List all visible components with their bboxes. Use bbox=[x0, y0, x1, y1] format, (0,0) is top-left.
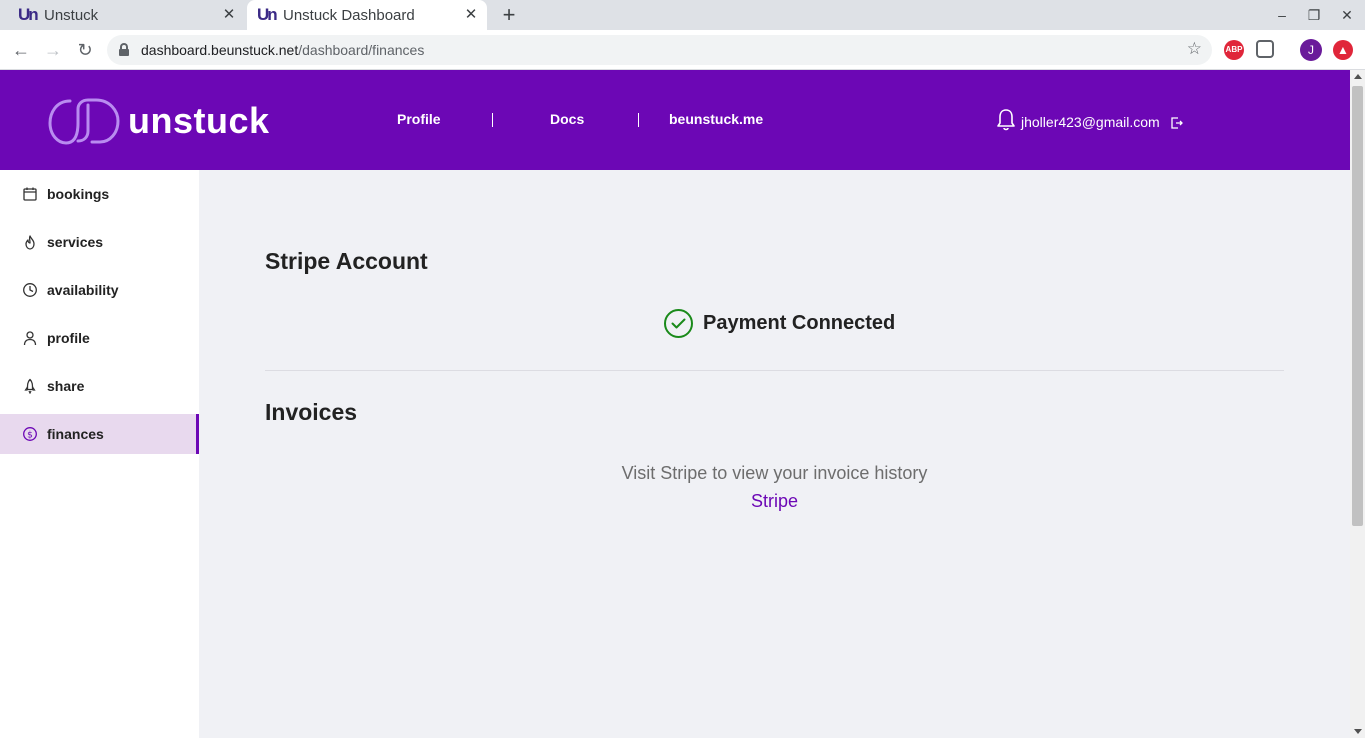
dollar-circle-icon: $ bbox=[23, 427, 37, 441]
scroll-down-arrow-icon[interactable] bbox=[1354, 729, 1362, 734]
adblock-plus-icon[interactable]: ABP bbox=[1224, 40, 1244, 60]
sidebar: bookings services availability profile s… bbox=[0, 170, 199, 738]
nav-docs-link[interactable]: Docs bbox=[550, 111, 584, 127]
sidebar-item-availability[interactable]: availability bbox=[0, 270, 199, 310]
lock-icon bbox=[119, 43, 129, 56]
reload-icon[interactable]: ↻ bbox=[73, 38, 97, 62]
unstuck-favicon-icon: Un bbox=[18, 5, 39, 24]
close-tab-icon[interactable]: ✕ bbox=[221, 7, 237, 23]
stripe-account-heading: Stripe Account bbox=[265, 248, 428, 274]
main-content: Stripe Account Payment Connected Invoice… bbox=[199, 170, 1350, 738]
address-bar[interactable]: dashboard.beunstuck.net/dashboard/financ… bbox=[107, 35, 1212, 65]
clock-icon bbox=[23, 283, 37, 297]
tab-title: Unstuck bbox=[44, 6, 99, 24]
svg-text:$: $ bbox=[27, 430, 33, 440]
restore-window-icon[interactable]: ❐ bbox=[1304, 5, 1324, 25]
nav-beunstuck-me-link[interactable]: beunstuck.me bbox=[669, 111, 763, 127]
sidebar-item-label: share bbox=[47, 378, 85, 394]
sidebar-item-label: profile bbox=[47, 330, 90, 346]
invoice-history-note: Visit Stripe to view your invoice histor… bbox=[621, 463, 928, 483]
unstuck-favicon-icon: Un bbox=[257, 5, 278, 24]
browser-tab-unstuck-dashboard[interactable]: Un Unstuck Dashboard ✕ bbox=[247, 0, 487, 30]
forward-arrow-icon[interactable]: → bbox=[41, 38, 65, 62]
extension-icon[interactable] bbox=[1256, 40, 1274, 58]
user-icon bbox=[23, 331, 37, 346]
page-scrollbar[interactable] bbox=[1350, 70, 1365, 738]
rocket-icon bbox=[24, 378, 36, 394]
close-window-icon[interactable]: ✕ bbox=[1337, 5, 1357, 25]
back-arrow-icon[interactable]: ← bbox=[9, 38, 33, 62]
nav-separator bbox=[638, 113, 639, 127]
url-text[interactable]: dashboard.beunstuck.net/dashboard/financ… bbox=[141, 42, 424, 58]
close-tab-icon[interactable]: ✕ bbox=[463, 7, 479, 23]
red-extension-icon[interactable]: ▲ bbox=[1333, 40, 1353, 60]
sidebar-item-label: finances bbox=[47, 426, 104, 442]
sidebar-item-label: availability bbox=[47, 282, 119, 298]
app-header: unstuck Profile Docs beunstuck.me jholle… bbox=[0, 70, 1350, 170]
sidebar-item-label: services bbox=[47, 234, 104, 250]
scroll-up-arrow-icon[interactable] bbox=[1354, 74, 1362, 79]
sidebar-item-share[interactable]: share bbox=[0, 366, 199, 406]
browser-tab-unstuck[interactable]: Un Unstuck ✕ bbox=[8, 0, 245, 30]
sidebar-item-label: bookings bbox=[47, 186, 110, 202]
logout-icon[interactable] bbox=[1171, 117, 1183, 129]
new-tab-button[interactable]: + bbox=[498, 4, 520, 26]
section-divider bbox=[265, 370, 1284, 371]
scrollbar-thumb[interactable] bbox=[1352, 86, 1363, 526]
payment-status-text: Payment Connected bbox=[703, 312, 896, 334]
calendar-icon bbox=[23, 187, 37, 201]
sidebar-item-finances[interactable]: $ finances bbox=[0, 414, 199, 454]
profile-avatar[interactable]: J bbox=[1300, 39, 1322, 61]
invoices-heading: Invoices bbox=[265, 399, 358, 425]
unstuck-logo[interactable]: unstuck bbox=[48, 95, 270, 147]
payment-status: Payment Connected bbox=[663, 308, 895, 339]
bell-icon[interactable] bbox=[996, 108, 1016, 132]
url-host: dashboard.beunstuck.net bbox=[141, 42, 299, 58]
minimize-window-icon[interactable]: – bbox=[1272, 5, 1292, 25]
stripe-link[interactable]: Stripe bbox=[751, 491, 798, 511]
url-path: /dashboard/finances bbox=[298, 42, 425, 58]
sidebar-item-bookings[interactable]: bookings bbox=[0, 174, 199, 214]
sidebar-item-services[interactable]: services bbox=[0, 222, 199, 262]
nav-separator bbox=[492, 113, 493, 127]
browser-tab-bar: Un Unstuck ✕ Un Unstuck Dashboard ✕ + – … bbox=[0, 0, 1365, 30]
browser-toolbar: ← → ↻ dashboard.beunstuck.net/dashboard/… bbox=[0, 30, 1365, 70]
flame-icon bbox=[25, 235, 35, 250]
nav-profile-link[interactable]: Profile bbox=[397, 111, 441, 127]
sidebar-item-profile[interactable]: profile bbox=[0, 318, 199, 358]
bookmark-star-icon[interactable]: ☆ bbox=[1187, 39, 1202, 59]
check-circle-icon bbox=[664, 309, 693, 338]
tab-title: Unstuck Dashboard bbox=[283, 6, 415, 24]
user-email[interactable]: jholler423@gmail.com bbox=[1021, 114, 1160, 130]
logo-text: unstuck bbox=[128, 100, 270, 141]
unstuck-logo-icon bbox=[48, 98, 120, 145]
